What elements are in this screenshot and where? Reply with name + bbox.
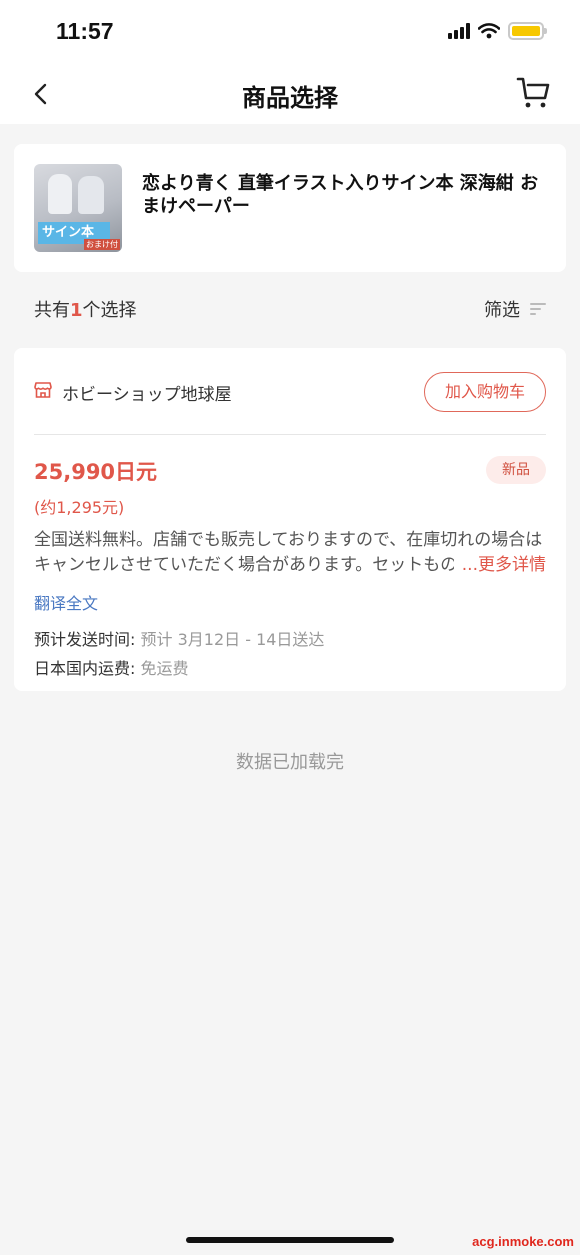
add-to-cart-button[interactable]: 加入购物车 (424, 372, 546, 412)
more-details-link[interactable]: ...更多详情 (451, 553, 546, 578)
divider (34, 434, 546, 435)
domestic-fee-value: 免运费 (140, 659, 189, 678)
filter-button[interactable]: 筛选 (484, 296, 546, 322)
domestic-fee-label: 日本国内运费: (34, 659, 136, 678)
shipping-time-label: 预计发送时间: (34, 630, 136, 649)
status-bar: 11:57 (0, 0, 580, 64)
home-indicator (186, 1237, 394, 1243)
battery-icon (508, 22, 547, 40)
domestic-fee-row: 日本国内运费: 免运费 (34, 655, 189, 679)
shop-name[interactable]: ホビーショップ地球屋 (62, 380, 232, 405)
description-line-2: キャンセルさせていただく場合があります。セットもの (34, 555, 454, 575)
product-title: 恋より青く 直筆イラスト入りサイン本 深海紺 おまけペーパー (142, 173, 539, 217)
end-of-list-text: 数据已加载完 (236, 752, 344, 773)
thumbnail-sub-label: おまけ付 (84, 239, 120, 250)
product-thumbnail[interactable]: サイン本 おまけ付 (34, 164, 122, 252)
status-icons (448, 22, 547, 40)
translate-link[interactable]: 翻译全文 (34, 590, 98, 614)
shipping-time-value: 预计 3月12日 - 14日送达 (140, 630, 325, 649)
shop-row: ホビーショップ地球屋 加入购物车 (34, 372, 546, 412)
result-count: 共有1个选择 (34, 296, 546, 322)
description-line-1: 全国送料無料。店舗でも販売しておりますので、在庫切れの場合は (34, 530, 543, 550)
status-time: 11:57 (56, 18, 114, 44)
offer-card: ホビーショップ地球屋 加入购物车 25,990日元 新品 (约1,295元) 全… (14, 348, 566, 691)
filter-label: 筛选 (484, 300, 520, 321)
page-title: 商品选择 (242, 84, 338, 112)
shipping-time-row: 预计发送时间: 预计 3月12日 - 14日送达 (34, 626, 324, 650)
count-prefix: 共有 (34, 300, 70, 321)
result-count-row: 共有1个选择 筛选 (34, 296, 546, 324)
nav-bar: 商品选择 (0, 64, 580, 124)
price: 25,990日元 (34, 460, 158, 484)
filter-icon (530, 302, 546, 316)
count-suffix: 个选择 (82, 300, 137, 321)
shop-icon (34, 382, 52, 398)
product-card[interactable]: サイン本 おまけ付 恋より青く 直筆イラスト入りサイン本 深海紺 おまけペーパー (14, 144, 566, 272)
cellular-signal-icon (448, 23, 470, 39)
price-approx: (约1,295元) (34, 498, 125, 517)
watermark: acg.inmoke.com (472, 1234, 574, 1249)
count-number: 1 (70, 300, 83, 321)
cart-icon[interactable] (516, 74, 552, 110)
condition-badge: 新品 (486, 456, 546, 484)
wifi-icon (478, 23, 500, 39)
